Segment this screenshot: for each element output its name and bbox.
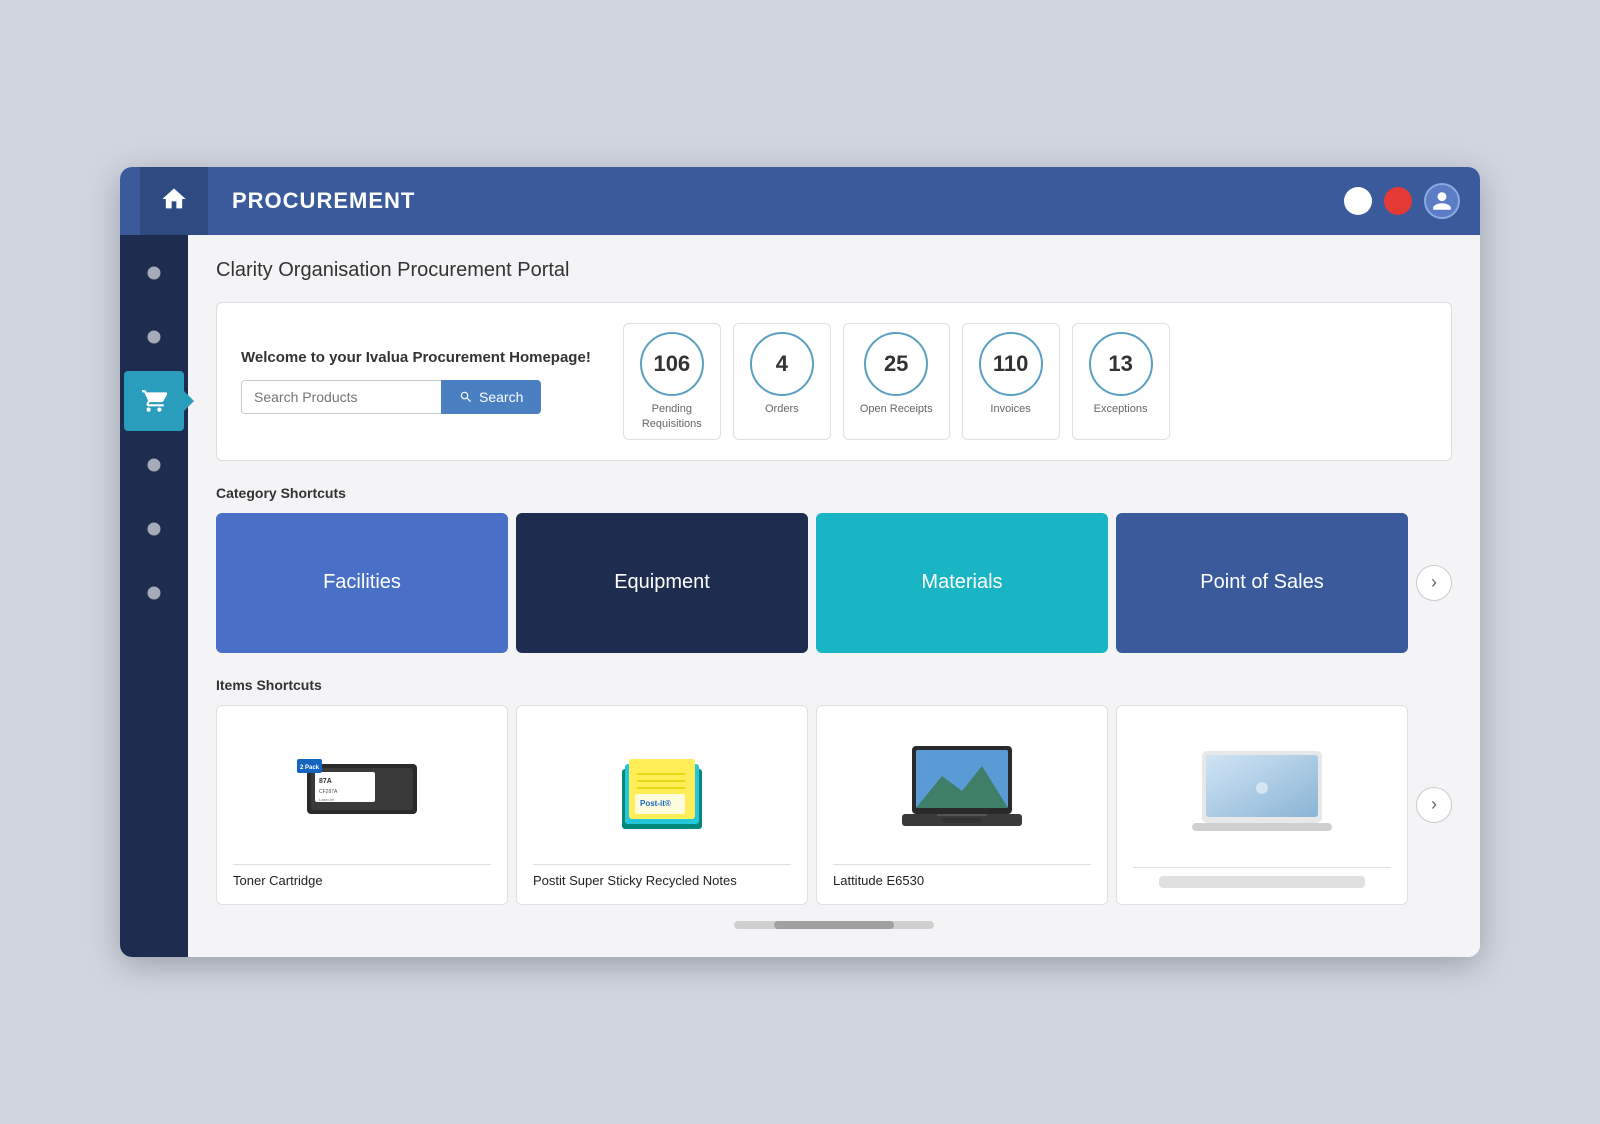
category-facilities[interactable]: Facilities	[216, 513, 508, 653]
category-materials[interactable]: Materials	[816, 513, 1108, 653]
home-button[interactable]	[140, 167, 208, 235]
sidebar	[120, 235, 188, 957]
welcome-section: Welcome to your Ivalua Procurement Homep…	[216, 302, 1452, 461]
top-bar-actions	[1344, 183, 1460, 219]
svg-text:2 Pack: 2 Pack	[300, 765, 320, 771]
item-card-postit[interactable]: Post-it® Postit Super Sticky Recycled No…	[516, 705, 808, 905]
stat-card-invoices[interactable]: 110 Invoices	[962, 323, 1060, 440]
search-button-label: Search	[479, 389, 523, 405]
stat-circle-orders: 4	[750, 332, 814, 396]
stat-card-receipts[interactable]: 25 Open Receipts	[843, 323, 950, 440]
item-card-laptop2[interactable]	[1116, 705, 1408, 905]
stats-row: 106 PendingRequisitions 4 Orders 25	[623, 323, 1427, 440]
laptop2-divider	[1133, 867, 1391, 868]
sidebar-item-2[interactable]	[124, 307, 184, 367]
toner-image-area: 87A CF287A LaserJet 2 Pack	[233, 726, 491, 852]
postit-image-area: Post-it®	[533, 726, 791, 852]
stat-label-orders: Orders	[765, 402, 799, 416]
toner-image: 87A CF287A LaserJet 2 Pack	[297, 749, 427, 829]
stat-label-invoices: Invoices	[990, 402, 1030, 416]
laptop1-image-area	[833, 726, 1091, 852]
search-button[interactable]: Search	[441, 380, 541, 414]
stat-label-exceptions: Exceptions	[1094, 402, 1148, 416]
scrollbar-thumb	[774, 921, 894, 929]
item-card-laptop1[interactable]: Lattitude E6530	[816, 705, 1108, 905]
category-grid: Facilities Equipment Materials Point of …	[216, 513, 1452, 653]
app-title: PROCUREMENT	[232, 188, 1344, 214]
welcome-left: Welcome to your Ivalua Procurement Homep…	[241, 349, 591, 414]
welcome-text: Welcome to your Ivalua Procurement Homep…	[241, 349, 591, 366]
stat-circle-receipts: 25	[864, 332, 928, 396]
user-avatar[interactable]	[1424, 183, 1460, 219]
laptop2-image-area	[1133, 726, 1391, 855]
svg-text:Post-it®: Post-it®	[640, 799, 671, 808]
laptop2-image	[1187, 743, 1337, 838]
items-grid: 87A CF287A LaserJet 2 Pack Toner Cartrid…	[216, 705, 1452, 905]
category-pos[interactable]: Point of Sales	[1116, 513, 1408, 653]
toner-divider	[233, 864, 491, 865]
postit-name: Postit Super Sticky Recycled Notes	[533, 873, 791, 888]
main-layout: Clarity Organisation Procurement Portal …	[120, 235, 1480, 957]
sidebar-arrow	[184, 391, 194, 411]
notification-dot-white[interactable]	[1344, 187, 1372, 215]
laptop1-name: Lattitude E6530	[833, 873, 1091, 888]
sidebar-item-cart[interactable]	[124, 371, 184, 431]
stat-card-requisitions[interactable]: 106 PendingRequisitions	[623, 323, 721, 440]
category-equipment[interactable]: Equipment	[516, 513, 808, 653]
notification-dot-red[interactable]	[1384, 187, 1412, 215]
categories-title: Category Shortcuts	[216, 485, 1452, 501]
top-bar: PROCUREMENT	[120, 167, 1480, 235]
svg-text:LaserJet: LaserJet	[319, 797, 335, 802]
items-next-button[interactable]: ›	[1416, 787, 1452, 823]
scrollbar-area	[216, 905, 1452, 933]
stat-circle-invoices: 110	[979, 332, 1043, 396]
postit-divider	[533, 864, 791, 865]
content-area: Clarity Organisation Procurement Portal …	[188, 235, 1480, 957]
svg-text:CF287A: CF287A	[319, 789, 338, 795]
page-title: Clarity Organisation Procurement Portal	[216, 259, 1452, 282]
search-input[interactable]	[241, 380, 441, 414]
search-bar: Search	[241, 380, 591, 414]
item-card-toner[interactable]: 87A CF287A LaserJet 2 Pack Toner Cartrid…	[216, 705, 508, 905]
items-title: Items Shortcuts	[216, 677, 1452, 693]
stat-label-receipts: Open Receipts	[860, 402, 933, 416]
sidebar-item-4[interactable]	[124, 435, 184, 495]
scrollbar-track[interactable]	[734, 921, 934, 929]
stat-card-orders[interactable]: 4 Orders	[733, 323, 831, 440]
laptop2-name-placeholder	[1159, 876, 1365, 888]
sidebar-item-1[interactable]	[124, 243, 184, 303]
categories-next-button[interactable]: ›	[1416, 565, 1452, 601]
search-icon	[459, 390, 473, 404]
sidebar-item-5[interactable]	[124, 499, 184, 559]
stat-circle-exceptions: 13	[1089, 332, 1153, 396]
stat-circle-requisitions: 106	[640, 332, 704, 396]
stat-card-exceptions[interactable]: 13 Exceptions	[1072, 323, 1170, 440]
stat-label-requisitions: PendingRequisitions	[642, 402, 702, 431]
svg-text:87A: 87A	[319, 778, 332, 785]
home-icon	[160, 185, 188, 218]
laptop1-image	[892, 741, 1032, 836]
browser-window: PROCUREMENT	[120, 167, 1480, 957]
sidebar-item-6[interactable]	[124, 563, 184, 623]
toner-name: Toner Cartridge	[233, 873, 491, 888]
laptop1-divider	[833, 864, 1091, 865]
postit-image: Post-it®	[607, 739, 717, 839]
